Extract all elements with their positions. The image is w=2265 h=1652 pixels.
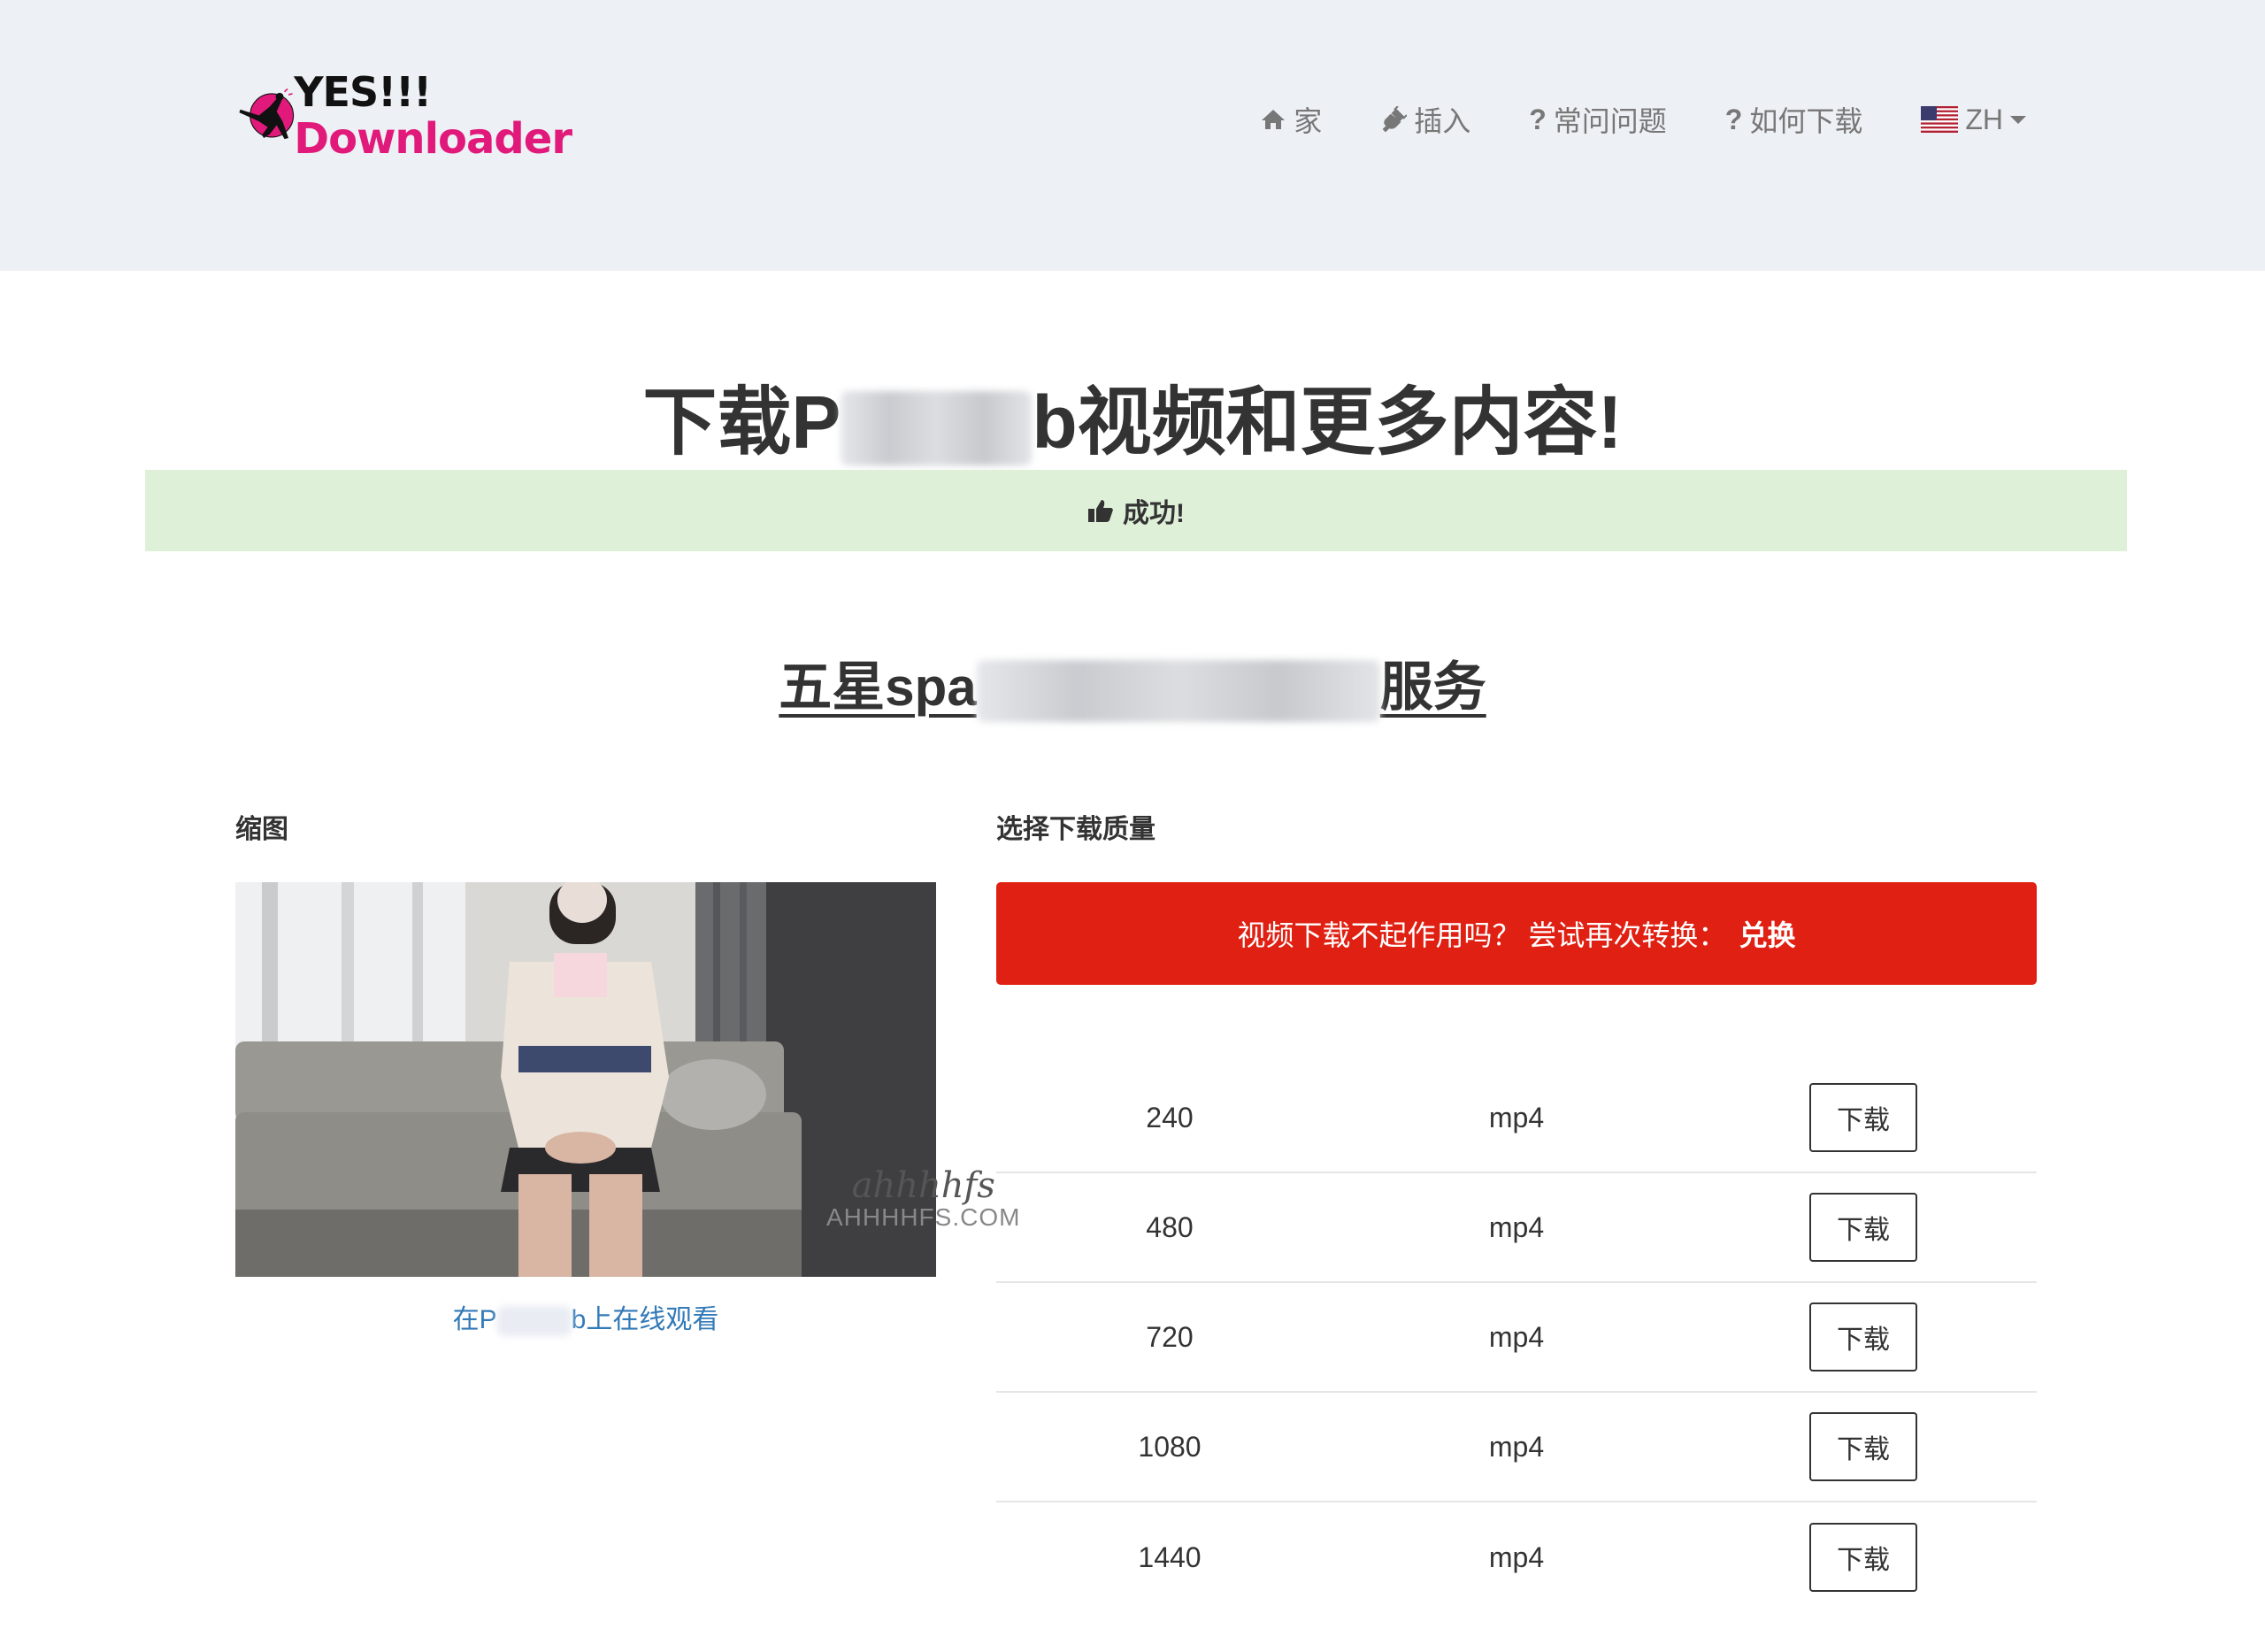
quality-heading: 选择下载质量 bbox=[996, 815, 1156, 844]
table-row: 480 mp4 下载 bbox=[996, 1173, 2037, 1283]
quality-cell: 1080 bbox=[1138, 1430, 1202, 1463]
quality-cell: 480 bbox=[1146, 1210, 1194, 1243]
language-dropdown[interactable]: ZH bbox=[1921, 104, 2026, 136]
logo-silhouette-icon bbox=[239, 88, 295, 140]
logo-text-yes: YES!!! bbox=[294, 68, 432, 116]
question-icon: ? bbox=[1724, 103, 1743, 135]
download-table: 240 mp4 下载 480 mp4 下载 720 mp4 下载 1080 mp… bbox=[996, 1064, 2037, 1612]
table-row: 720 mp4 下载 bbox=[996, 1283, 2037, 1393]
nav-home[interactable]: 家 bbox=[1260, 99, 1322, 140]
nav-plugin[interactable]: 插入 bbox=[1380, 99, 1470, 140]
format-cell: mp4 bbox=[1488, 1430, 1545, 1463]
download-button[interactable]: 下载 bbox=[1809, 1193, 1917, 1262]
thumbs-up-icon bbox=[1087, 498, 1114, 523]
redacted-text bbox=[496, 1306, 572, 1337]
us-flag-icon bbox=[1921, 106, 1959, 133]
nav-faq[interactable]: ? 常问问题 bbox=[1529, 99, 1667, 140]
retry-conversion-banner: 视频下载不起作用吗？ 尝试再次转换： 兑换 bbox=[996, 882, 2037, 985]
quality-cell: 240 bbox=[1146, 1101, 1194, 1133]
nav-home-label: 家 bbox=[1294, 105, 1323, 137]
redacted-text bbox=[841, 390, 1033, 465]
question-icon: ? bbox=[1529, 103, 1547, 135]
format-cell: mp4 bbox=[1488, 1541, 1545, 1573]
site-header: YES!!! Downloader 家 插入 ? 常问问题 ? 如何下载 ZH bbox=[0, 0, 2265, 271]
video-title: 五星spa 服务 bbox=[0, 644, 2265, 723]
home-icon bbox=[1260, 108, 1286, 131]
watch-online-link[interactable]: 在P b上在线观看 bbox=[235, 1297, 936, 1337]
download-button[interactable]: 下载 bbox=[1809, 1302, 1917, 1372]
convert-button[interactable]: 兑换 bbox=[1739, 913, 1795, 954]
table-row: 1440 mp4 下载 bbox=[996, 1502, 2037, 1612]
download-button[interactable]: 下载 bbox=[1809, 1523, 1917, 1592]
table-row: 240 mp4 下载 bbox=[996, 1064, 2037, 1173]
download-button[interactable]: 下载 bbox=[1809, 1412, 1917, 1481]
thumbnail-heading: 缩图 bbox=[235, 815, 288, 844]
main-nav: 家 插入 ? 常问问题 ? 如何下载 ZH bbox=[1202, 99, 2026, 140]
chevron-down-icon bbox=[2010, 115, 2026, 124]
watermark-script: ahhhhfs bbox=[851, 1165, 995, 1206]
nav-plugin-label: 插入 bbox=[1414, 105, 1471, 137]
table-row: 1080 mp4 下载 bbox=[996, 1393, 2037, 1502]
language-label: ZH bbox=[1965, 103, 2003, 135]
redacted-text bbox=[976, 660, 1380, 723]
nav-how-to-download[interactable]: ? 如何下载 bbox=[1725, 99, 1863, 140]
nav-faq-label: 常问问题 bbox=[1553, 105, 1667, 137]
success-text: 成功! bbox=[1123, 499, 1185, 528]
format-cell: mp4 bbox=[1488, 1320, 1545, 1353]
retry-message: 视频下载不起作用吗？ 尝试再次转换： bbox=[1237, 919, 1727, 951]
format-cell: mp4 bbox=[1488, 1210, 1545, 1243]
image-watermark: ahhhhfs AHHHHFS.COM bbox=[826, 1168, 1020, 1232]
watermark-domain: AHHHHFS.COM bbox=[826, 1203, 1021, 1231]
page-title: 下载P b视频和更多内容! bbox=[642, 380, 1623, 465]
site-logo[interactable]: YES!!! Downloader bbox=[235, 64, 572, 168]
nav-how-to-label: 如何下载 bbox=[1749, 105, 1863, 137]
success-alert: 成功! bbox=[145, 470, 2127, 551]
format-cell: mp4 bbox=[1488, 1101, 1545, 1133]
quality-cell: 720 bbox=[1146, 1320, 1194, 1353]
download-button[interactable]: 下载 bbox=[1809, 1083, 1917, 1152]
video-title-link[interactable]: 五星spa 服务 bbox=[779, 657, 1486, 723]
logo-text-downloader: Downloader bbox=[294, 114, 572, 164]
plug-icon bbox=[1380, 106, 1408, 133]
quality-cell: 1440 bbox=[1138, 1541, 1202, 1573]
